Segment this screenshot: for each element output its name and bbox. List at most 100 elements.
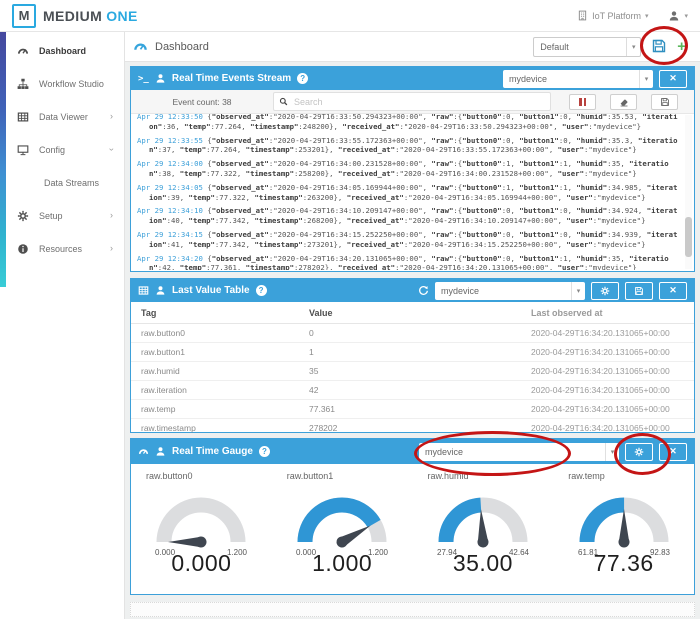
sidebar: Dashboard Workflow Studio Data Viewer › … bbox=[0, 32, 125, 619]
cell-value: 35 bbox=[309, 366, 319, 376]
cell-value: 0 bbox=[309, 328, 314, 338]
person-icon bbox=[155, 73, 166, 84]
close-widget-button[interactable]: ✕ bbox=[659, 442, 687, 461]
gauge-settings-button[interactable] bbox=[625, 442, 653, 461]
add-widget-button[interactable]: + bbox=[677, 39, 686, 54]
events-device-select[interactable]: mydevice ▾ bbox=[503, 69, 653, 88]
export-stream-button[interactable] bbox=[651, 93, 678, 110]
log-json: {"observed_at":"2020-04-29T16:34:05.1699… bbox=[149, 182, 678, 202]
log-timestamp: Apr 29 12:33:55 bbox=[137, 135, 203, 145]
cell-tag: raw.timestamp bbox=[141, 423, 196, 433]
chevron-icon: › bbox=[110, 210, 113, 220]
log-entry: Apr 29 12:34:20 {"observed_at":"2020-04-… bbox=[137, 254, 680, 270]
log-entry: Apr 29 12:33:50 {"observed_at":"2020-04-… bbox=[137, 114, 680, 132]
events-search[interactable] bbox=[273, 92, 551, 111]
help-icon[interactable]: ? bbox=[255, 285, 267, 296]
cell-value: 77.361 bbox=[309, 404, 335, 414]
gauge-cell: raw.button0 0.000 1.200 0.000 bbox=[131, 464, 272, 577]
gauge-tag-label: raw.button0 bbox=[146, 471, 193, 481]
widget-settings-button[interactable] bbox=[591, 281, 619, 300]
search-input[interactable] bbox=[292, 95, 545, 108]
table-device-value: mydevice bbox=[441, 285, 480, 296]
column-header-last-observed: Last observed at bbox=[531, 307, 603, 318]
events-log[interactable]: Apr 29 12:33:50 {"observed_at":"2020-04-… bbox=[131, 114, 694, 270]
sidebar-item-dashboard[interactable]: Dashboard bbox=[0, 34, 124, 67]
user-icon bbox=[668, 10, 680, 22]
gauge-icon bbox=[138, 446, 149, 457]
save-icon bbox=[634, 286, 644, 296]
sidebar-item-label: Config bbox=[39, 144, 66, 155]
save-dashboard-button[interactable] bbox=[651, 38, 667, 56]
cell-tag: raw.button1 bbox=[141, 347, 185, 357]
gauge-cell: raw.humid 27.94 42.64 35.00 bbox=[413, 464, 554, 577]
gauge-icon bbox=[17, 45, 29, 57]
pause-stream-button[interactable] bbox=[569, 93, 596, 110]
gauge-tag-label: raw.temp bbox=[568, 471, 605, 481]
pause-icon bbox=[579, 97, 586, 106]
sidebar-item-data-viewer[interactable]: Data Viewer › bbox=[0, 100, 124, 133]
chevron-icon: › bbox=[107, 148, 117, 151]
brand-name-secondary: ONE bbox=[106, 7, 138, 24]
cell-last-observed: 2020-04-29T16:34:20.131065+00:00 bbox=[531, 366, 670, 376]
scrollbar-thumb[interactable] bbox=[685, 217, 692, 257]
cell-tag: raw.humid bbox=[141, 366, 180, 376]
cell-tag: raw.button0 bbox=[141, 328, 185, 338]
table-row: raw.timestamp 278202 2020-04-29T16:34:20… bbox=[131, 419, 694, 438]
sidebar-item-setup[interactable]: Setup › bbox=[0, 199, 124, 232]
event-count: Event count: 38 bbox=[172, 96, 232, 107]
gauge-dial: 0.000 1.200 bbox=[131, 482, 272, 558]
user-menu[interactable]: ▾ bbox=[668, 10, 688, 22]
sitemap-icon bbox=[17, 78, 29, 90]
log-entry: Apr 29 12:33:55 {"observed_at":"2020-04-… bbox=[137, 136, 680, 156]
help-icon[interactable]: ? bbox=[258, 446, 270, 457]
dashboard-select[interactable]: Default ▾ bbox=[533, 36, 642, 57]
log-entry: Apr 29 12:34:05 {"observed_at":"2020-04-… bbox=[137, 183, 680, 203]
chevron-down-icon: ▾ bbox=[684, 12, 688, 20]
refresh-icon[interactable] bbox=[418, 285, 429, 296]
log-timestamp: Apr 29 12:33:50 bbox=[137, 114, 203, 121]
table-row: raw.button1 1 2020-04-29T16:34:20.131065… bbox=[131, 343, 694, 362]
chevron-down-icon: ▾ bbox=[639, 69, 653, 88]
gauge-tag-label: raw.button1 bbox=[286, 471, 334, 481]
log-json: {"observed_at":"2020-04-29T16:33:50.2943… bbox=[149, 114, 678, 131]
dashboard-icon bbox=[133, 39, 148, 54]
events-toolbar: Event count: 38 bbox=[131, 90, 694, 114]
sidebar-item-config[interactable]: Config › bbox=[0, 133, 124, 166]
monitor-icon bbox=[17, 144, 29, 156]
gauge-value: 1.000 bbox=[312, 550, 373, 576]
table-row: raw.humid 35 2020-04-29T16:34:20.131065+… bbox=[131, 362, 694, 381]
clear-stream-button[interactable] bbox=[610, 93, 637, 110]
log-entry: Apr 29 12:34:15 {"observed_at":"2020-04-… bbox=[137, 230, 680, 250]
table-device-select[interactable]: mydevice ▾ bbox=[435, 281, 585, 300]
gear-icon bbox=[634, 447, 644, 457]
sidebar-item-label: Data Streams bbox=[44, 177, 100, 188]
cell-value: 42 bbox=[309, 385, 319, 395]
person-icon bbox=[155, 285, 166, 296]
help-icon[interactable]: ? bbox=[297, 73, 309, 84]
page-header: Dashboard Default ▾ + bbox=[125, 32, 700, 62]
export-table-button[interactable] bbox=[625, 281, 653, 300]
gauge-device-value: mydevice bbox=[425, 446, 464, 457]
column-header-value: Value bbox=[309, 307, 333, 318]
platform-menu[interactable]: IoT Platform ▾ bbox=[577, 10, 648, 21]
cell-last-observed: 2020-04-29T16:34:20.131065+00:00 bbox=[531, 328, 670, 338]
events-widget-header: >_ Real Time Events Stream ? mydevice ▾ … bbox=[131, 67, 694, 90]
platform-label: IoT Platform bbox=[592, 10, 641, 21]
sidebar-item-workflow-studio[interactable]: Workflow Studio bbox=[0, 67, 124, 100]
info-icon bbox=[17, 243, 29, 255]
log-timestamp: Apr 29 12:34:15 bbox=[137, 229, 203, 239]
sidebar-item-resources[interactable]: Resources › bbox=[0, 232, 124, 265]
brand-logo-letter: M bbox=[18, 8, 30, 23]
building-icon bbox=[577, 10, 588, 21]
last-value-widget: Last Value Table ? mydevice ▾ ✕ Tag Valu… bbox=[130, 278, 695, 438]
gauge-widget-header: Real Time Gauge ? mydevice ▾ ✕ bbox=[131, 439, 694, 464]
close-widget-button[interactable]: ✕ bbox=[659, 281, 687, 300]
table-row: raw.button0 0 2020-04-29T16:34:20.131065… bbox=[131, 324, 694, 343]
close-widget-button[interactable]: ✕ bbox=[659, 69, 687, 88]
gauge-dial: 27.94 42.64 bbox=[413, 482, 554, 558]
gauge-device-input[interactable]: mydevice ▾ bbox=[419, 442, 619, 461]
table-icon bbox=[138, 285, 149, 296]
sidebar-item-data-streams[interactable]: Data Streams bbox=[0, 166, 124, 199]
log-entry: Apr 29 12:34:10 {"observed_at":"2020-04-… bbox=[137, 206, 680, 226]
cell-tag: raw.iteration bbox=[141, 385, 187, 395]
